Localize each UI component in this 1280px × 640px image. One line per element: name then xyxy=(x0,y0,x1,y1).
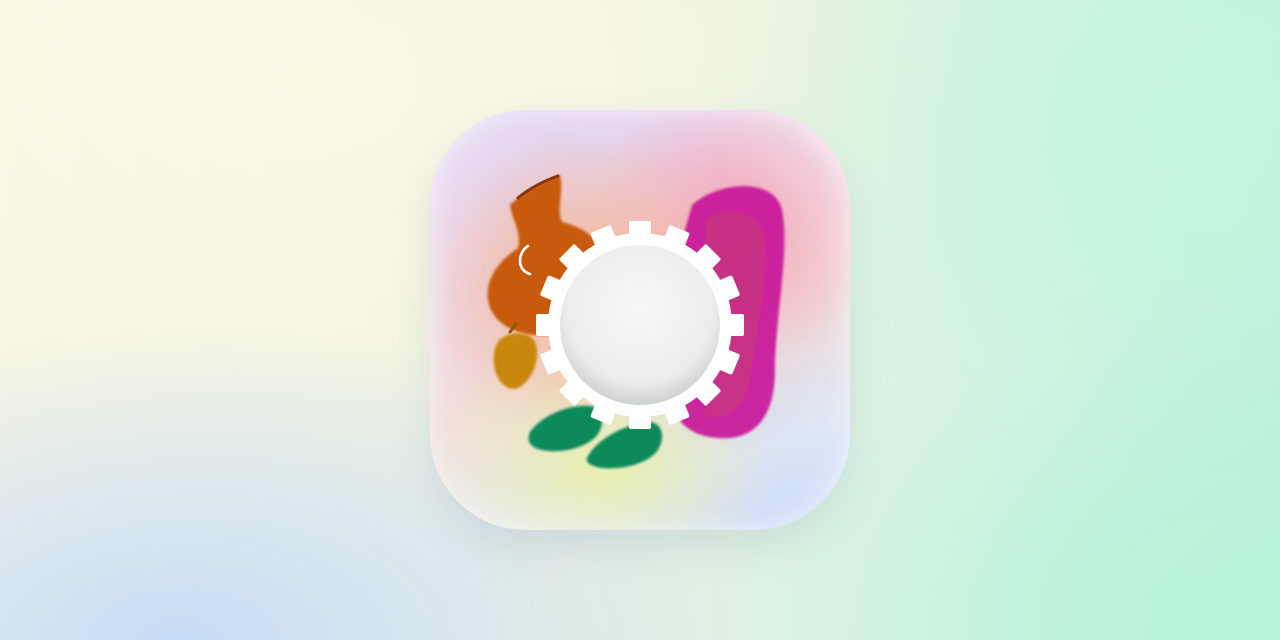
gear-center xyxy=(560,245,720,405)
foot-left xyxy=(528,405,603,452)
acorn-shape xyxy=(493,333,538,389)
app-icon[interactable] xyxy=(430,110,850,530)
app-icon-artwork xyxy=(487,174,785,469)
gear-icon xyxy=(536,221,744,429)
background-scene xyxy=(0,0,1280,640)
